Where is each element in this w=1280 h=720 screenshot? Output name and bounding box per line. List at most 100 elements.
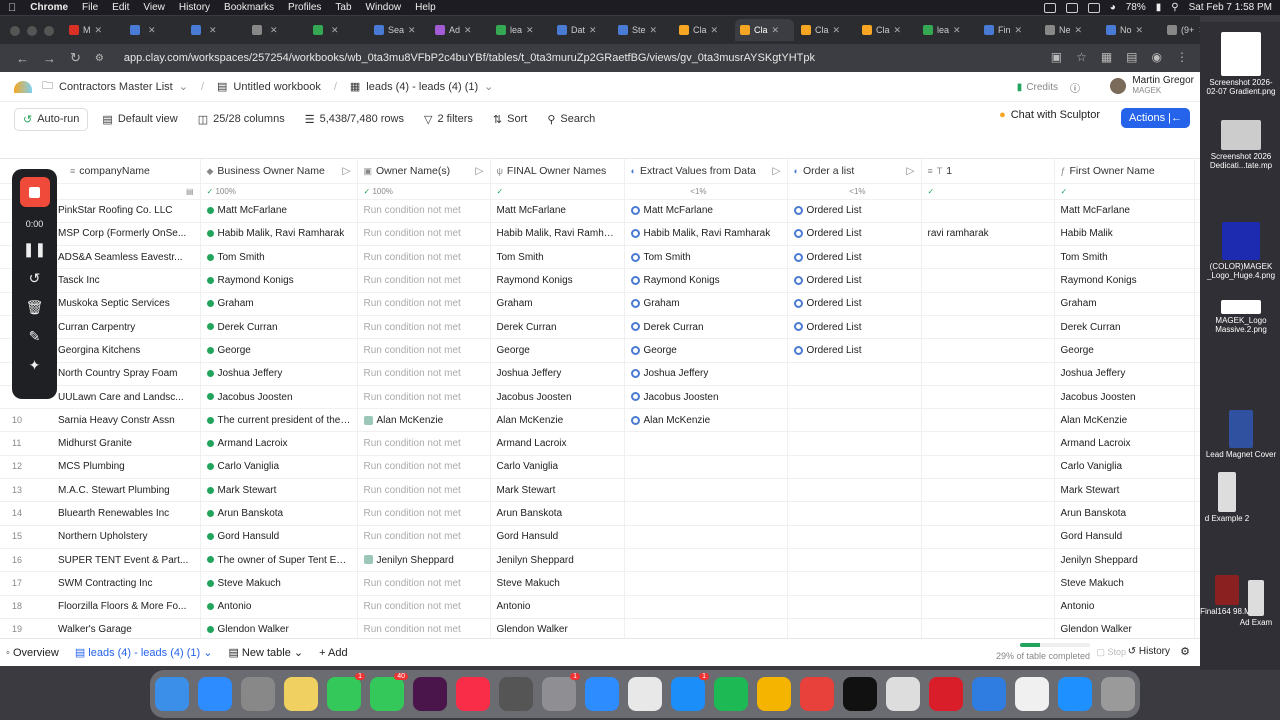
column-1-cell[interactable] [921,268,1055,293]
columns-button[interactable]: ◫ 25/28 columns [198,113,285,126]
overflow-cell[interactable] [1194,385,1200,410]
close-tab-icon[interactable]: ✕ [772,25,780,36]
extract-values-cell[interactable]: Jacobus Joosten [624,385,788,410]
final-owner-cell[interactable]: Gord Hansuld [490,525,625,549]
restart-icon[interactable]: ↺ [29,270,41,287]
order-list-cell[interactable]: Ordered List [787,268,922,293]
browser-tab[interactable]: No ✕ [1101,19,1160,41]
column-1-cell[interactable] [921,525,1055,549]
final-owner-cell[interactable]: Raymond Konigs [490,268,625,293]
view-selector[interactable]: ▤ Default view [102,113,177,126]
column-1-cell[interactable] [921,385,1055,410]
first-owner-cell[interactable]: Jacobus Joosten [1054,385,1195,410]
company-cell[interactable]: 16 SUPER TENT Event & Part... [0,548,201,573]
run-icon[interactable]: ▷ [475,165,483,177]
desktop-file[interactable]: (COLOR)MAGEK _Logo_Huge.4.png [1204,222,1278,280]
browser-tab[interactable]: ✕ [125,19,184,41]
close-tab-icon[interactable]: ✕ [1015,25,1023,36]
close-tab-icon[interactable]: ✕ [148,25,156,36]
owner-names-cell[interactable]: Run condition not met [357,292,491,316]
browser-tab[interactable]: Sea ✕ [369,19,428,41]
order-list-cell[interactable] [787,548,922,573]
column-header-business-owner-name[interactable]: ◆ Business Owner Name ▷ [200,159,358,184]
first-owner-cell[interactable]: George [1054,338,1195,363]
bookmark-star-icon[interactable]: ☆ [1076,50,1087,64]
close-tab-icon[interactable]: ✕ [95,25,103,36]
company-cell[interactable]: 15 Northern Upholstery [0,525,201,549]
owner-names-cell[interactable]: Run condition not met [357,338,491,363]
extract-values-cell[interactable]: Alan McKenzie [624,408,788,433]
new-table-button[interactable]: ▤ New table ⌄ [228,646,303,659]
desktop-file[interactable]: Screenshot 2026 Dedicati...tate.mp [1204,120,1278,170]
effects-icon[interactable]: ✦ [29,357,41,374]
extract-values-cell[interactable] [624,455,788,480]
run-icon[interactable]: ▷ [906,165,914,177]
close-tab-icon[interactable]: ✕ [833,25,841,36]
extract-values-cell[interactable] [624,501,788,526]
wifi-icon[interactable]: ◕ [1110,2,1116,13]
overflow-cell[interactable] [1194,292,1200,316]
first-owner-cell[interactable]: Alan McKenzie [1054,408,1195,433]
order-list-cell[interactable] [787,455,922,480]
owner-names-cell[interactable]: Run condition not met [357,385,491,410]
first-owner-cell[interactable]: Steve Makuch [1054,571,1195,596]
order-list-cell[interactable] [787,362,922,386]
table-row[interactable]: 16 SUPER TENT Event & Part... The owner of… [0,548,1200,573]
order-list-cell[interactable]: Ordered List [787,222,922,247]
status-icon[interactable] [1087,2,1100,13]
overflow-cell[interactable] [1194,245,1200,270]
company-cell[interactable]: 14 Bluearth Renewables Inc [0,501,201,526]
business-owner-cell[interactable]: Gord Hansuld [200,525,358,549]
column-header-first-owner-name[interactable]: ƒ First Owner Name [1054,159,1195,184]
column-1-cell[interactable]: ravi ramharak [921,222,1055,247]
business-owner-cell[interactable]: Jacobus Joosten [200,385,358,410]
status-icon[interactable] [1065,2,1078,13]
business-owner-cell[interactable]: Steve Makuch [200,571,358,596]
battery-icon[interactable]: ▮ [1156,2,1162,13]
browser-tab[interactable]: Ne ✕ [1040,19,1099,41]
dock-app-photos-icon[interactable] [757,677,791,711]
business-owner-cell[interactable]: Habib Malik, Ravi Ramharak [200,222,358,247]
browser-tab[interactable]: ✕ [186,19,245,41]
order-list-cell[interactable] [787,385,922,410]
dock-app-zoom-icon[interactable] [585,677,619,711]
status-icon[interactable] [1043,2,1056,13]
chevron-down-icon[interactable]: ⌄ [203,647,212,659]
close-tab-icon[interactable]: ✕ [526,25,534,36]
overflow-cell[interactable] [1194,268,1200,293]
rows-button[interactable]: ☰ 5,438/7,480 rows [305,113,404,126]
business-owner-cell[interactable]: Matt McFarlane [200,199,358,223]
menubar-item-view[interactable]: View [143,2,165,13]
company-cell[interactable]: 11 Midhurst Granite [0,431,201,456]
sort-button[interactable]: ⇅ Sort [493,113,527,126]
company-cell[interactable]: 13 M.A.C. Stewart Plumbing [0,478,201,503]
column-1-cell[interactable] [921,315,1055,340]
column-1-cell[interactable] [921,292,1055,316]
browser-tab[interactable]: Cla ✕ [857,19,916,41]
apple-menu-icon[interactable]:  [8,2,16,14]
first-owner-cell[interactable]: Jenilyn Sheppard [1054,548,1195,573]
active-table-tab[interactable]: ▤ leads (4) - leads (4) (1) ⌄ [75,646,213,659]
table-row[interactable]: 13 M.A.C. Stewart Plumbing Mark Stewart Run… [0,478,1200,503]
dock-app-script-icon[interactable] [886,677,920,711]
dock-app-b-icon[interactable] [929,677,963,711]
company-cell[interactable]: 10 Sarnia Heavy Constr Assn [0,408,201,433]
column-1-cell[interactable] [921,478,1055,503]
extract-values-cell[interactable] [624,595,788,619]
overview-tab[interactable]: ◦ Overview [6,647,59,659]
close-tab-icon[interactable]: ✕ [209,25,217,36]
extract-values-cell[interactable]: George [624,338,788,363]
menubar-item-edit[interactable]: Edit [112,2,129,13]
dock-app-launchpad-icon[interactable] [241,677,275,711]
final-owner-cell[interactable]: Arun Banskota [490,501,625,526]
site-info-icon[interactable]: ⚙ [95,53,104,64]
extract-values-cell[interactable]: Graham [624,292,788,316]
close-tab-icon[interactable]: ✕ [589,25,597,36]
search-icon[interactable]: ⚲ [1171,2,1178,13]
column-header-1[interactable]: ≡ T 1 [921,159,1055,184]
owner-names-cell[interactable]: Run condition not met [357,455,491,480]
table-row[interactable]: UULawn Care and Landsc... Jacobus Joosten… [0,385,1200,410]
extract-values-cell[interactable]: Raymond Konigs [624,268,788,293]
browser-tab[interactable]: Dat ✕ [552,19,611,41]
dock-app-slack-icon[interactable] [413,677,447,711]
